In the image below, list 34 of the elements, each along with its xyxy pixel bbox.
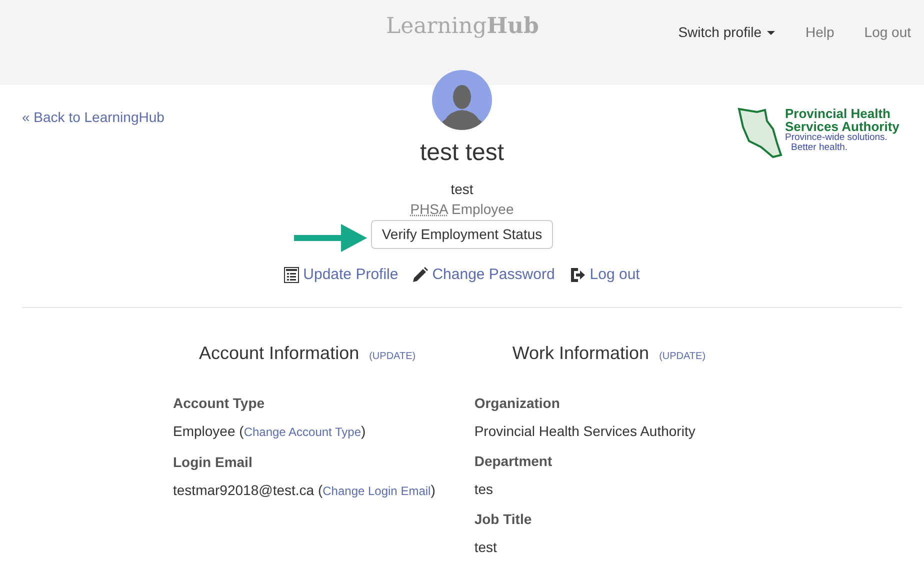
verify-button[interactable]: Verify Employment Status: [370, 220, 554, 249]
nav-link[interactable]: Log out: [864, 22, 911, 43]
profile-name: test test: [420, 138, 504, 168]
caret-icon: [767, 30, 776, 34]
back-link[interactable]: « Back to LearningHub: [22, 107, 164, 128]
update-link[interactable]: (UPDATE): [659, 348, 706, 364]
field-value: Employee (Change Account Type): [173, 422, 367, 441]
pencil-icon: [412, 267, 428, 284]
field-label: Job Title: [474, 510, 533, 528]
field-value: test: [474, 538, 498, 556]
change-link[interactable]: Change Login Email: [322, 484, 431, 498]
avatar: [432, 70, 492, 130]
field-label: Login Email: [173, 452, 254, 472]
field-label: Account Type: [173, 394, 266, 412]
org-logo: Provincial Health Services Authority Province-wide solutions. Better health.: [737, 107, 900, 159]
change-link[interactable]: Change Account Type: [244, 424, 362, 438]
section-title: Work Information: [512, 342, 650, 364]
field-label: Organization: [474, 394, 561, 412]
action-link[interactable]: Update Profile: [284, 264, 398, 286]
field-value: tes: [474, 480, 494, 498]
map-icon: [737, 107, 783, 159]
action-link[interactable]: Change Password: [412, 264, 555, 286]
field-value: testmar92018@test.ca (Change Login Email): [173, 480, 436, 500]
field-value: Provincial Health Services Authority: [474, 422, 696, 440]
username: test: [450, 180, 474, 198]
list-icon: [284, 267, 300, 284]
section-title: Account Information: [199, 342, 360, 364]
update-link[interactable]: (UPDATE): [369, 348, 416, 364]
action-link[interactable]: Log out: [568, 264, 640, 286]
field-label: Department: [474, 452, 554, 470]
logout-icon: [568, 267, 586, 284]
nav-link[interactable]: Help: [805, 22, 834, 43]
nav-link[interactable]: Switch profile: [678, 22, 776, 43]
role-text: PHSA Employee: [410, 200, 514, 219]
